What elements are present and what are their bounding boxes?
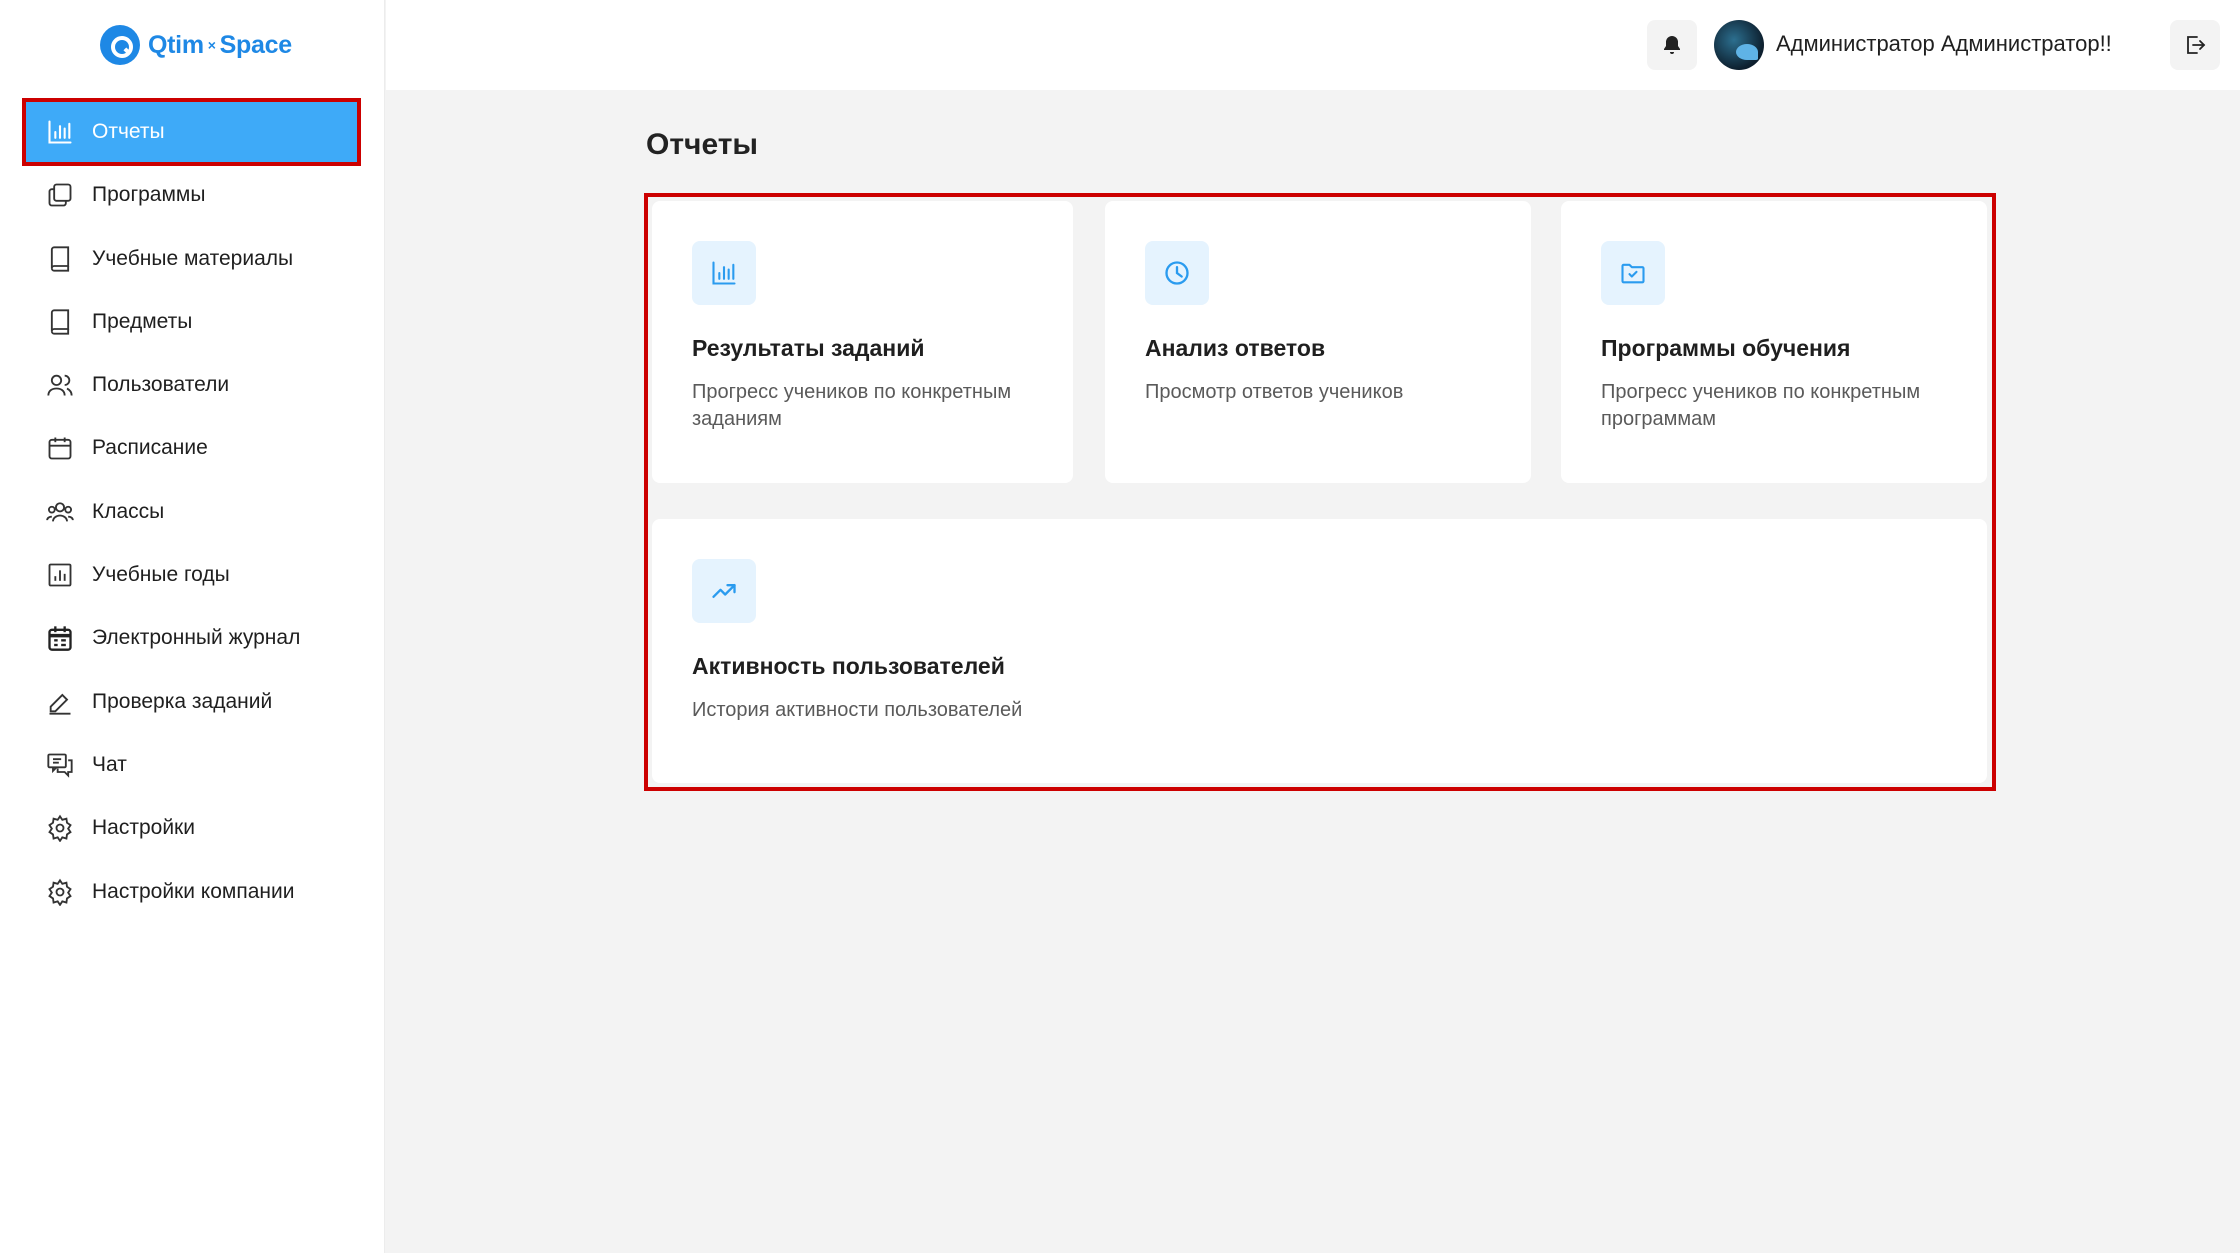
book-icon: [46, 308, 74, 336]
card-user-activity[interactable]: Активность пользователей История активно…: [652, 519, 1987, 783]
sidebar-item-chat[interactable]: Чат: [26, 735, 357, 795]
sidebar-item-label: Настройки: [92, 816, 195, 840]
bell-icon: [1664, 36, 1680, 54]
sidebar-item-company-settings[interactable]: Настройки компании: [26, 862, 357, 922]
sidebar-item-label: Учебные годы: [92, 563, 230, 587]
sidebar-item-subjects[interactable]: Предметы: [26, 292, 357, 352]
sidebar-item-classes[interactable]: Классы: [26, 482, 357, 542]
sidebar-item-label: Расписание: [92, 436, 208, 460]
card-title: Программы обучения: [1601, 335, 1851, 361]
chat-icon: [46, 751, 74, 779]
calendar-icon: [46, 434, 74, 462]
stats-icon: [46, 561, 74, 589]
copy-icon: [46, 181, 74, 209]
card-description: Прогресс учеников по конкретным заданиям: [692, 381, 1012, 430]
pie-clock-icon: [1145, 241, 1209, 305]
sidebar-item-task-review[interactable]: Проверка заданий: [26, 672, 357, 732]
sidebar-item-label: Чат: [92, 752, 127, 776]
sidebar-item-reports[interactable]: Отчеты: [22, 98, 361, 166]
bar-chart-icon: [46, 118, 74, 146]
card-title: Активность пользователей: [692, 653, 1005, 679]
gear-icon: [46, 814, 74, 843]
sidebar-item-label: Пользователи: [92, 373, 230, 397]
card-description: Просмотр ответов учеников: [1145, 381, 1404, 403]
sidebar-item-materials[interactable]: Учебные материалы: [26, 229, 357, 289]
card-title: Результаты заданий: [692, 335, 925, 361]
card-description: Прогресс учеников по конкретным программ…: [1601, 381, 1921, 430]
sidebar-item-label: Программы: [92, 183, 206, 207]
logo-brand-right: Space: [219, 30, 292, 59]
pencil-icon: [46, 688, 74, 716]
sidebar: Qtim × Space Отчеты Программы Учебные ма…: [0, 0, 385, 1253]
sidebar-item-label: Предметы: [92, 309, 193, 333]
group-icon: [46, 498, 74, 526]
sidebar-item-label: Учебные материалы: [92, 246, 294, 270]
sidebar-item-label: Проверка заданий: [92, 689, 273, 713]
page-title: Отчеты: [646, 128, 759, 161]
sidebar-item-school-years[interactable]: Учебные годы: [26, 545, 357, 605]
logout-icon: [2187, 36, 2206, 54]
bar-chart-icon: [692, 241, 756, 305]
gear-icon: [46, 878, 74, 906]
sidebar-item-programs[interactable]: Программы: [26, 165, 357, 225]
sidebar-item-label: Отчеты: [92, 120, 165, 143]
logout-button[interactable]: [2170, 20, 2220, 70]
user-name[interactable]: Администратор Администратор!!: [1776, 31, 2112, 57]
sidebar-item-journal[interactable]: Электронный журнал: [26, 608, 357, 668]
sidebar-item-label: Электронный журнал: [92, 626, 301, 650]
card-study-programs[interactable]: Программы обучения Прогресс учеников по …: [1561, 201, 1987, 483]
sidebar-item-settings[interactable]: Настройки: [26, 798, 357, 858]
notifications-button[interactable]: [1647, 20, 1697, 70]
card-title: Анализ ответов: [1145, 335, 1326, 361]
users-icon: [46, 371, 74, 399]
card-answer-analysis[interactable]: Анализ ответов Просмотр ответов учеников: [1105, 201, 1531, 483]
logo-text: Qtim × Space: [148, 31, 292, 60]
trend-up-icon: [692, 559, 756, 623]
logo[interactable]: Qtim × Space: [100, 24, 292, 66]
sidebar-item-label: Настройки компании: [92, 879, 295, 903]
book-icon: [46, 245, 74, 273]
logo-brand-left: Qtim: [148, 30, 204, 59]
report-cards-highlight: Результаты заданий Прогресс учеников по …: [644, 193, 1996, 791]
folder-check-icon: [1601, 241, 1665, 305]
sidebar-item-schedule[interactable]: Расписание: [26, 418, 357, 478]
sidebar-item-label: Классы: [92, 499, 165, 523]
logo-icon: [100, 25, 140, 65]
journal-icon: [46, 624, 74, 652]
logo-brand-sep: ×: [207, 37, 216, 53]
card-task-results[interactable]: Результаты заданий Прогресс учеников по …: [652, 201, 1073, 483]
card-description: История активности пользователей: [692, 699, 1023, 721]
sidebar-nav: Отчеты Программы Учебные материалы Предм…: [22, 98, 361, 925]
sidebar-item-users[interactable]: Пользователи: [26, 355, 357, 415]
avatar[interactable]: [1714, 20, 1764, 70]
